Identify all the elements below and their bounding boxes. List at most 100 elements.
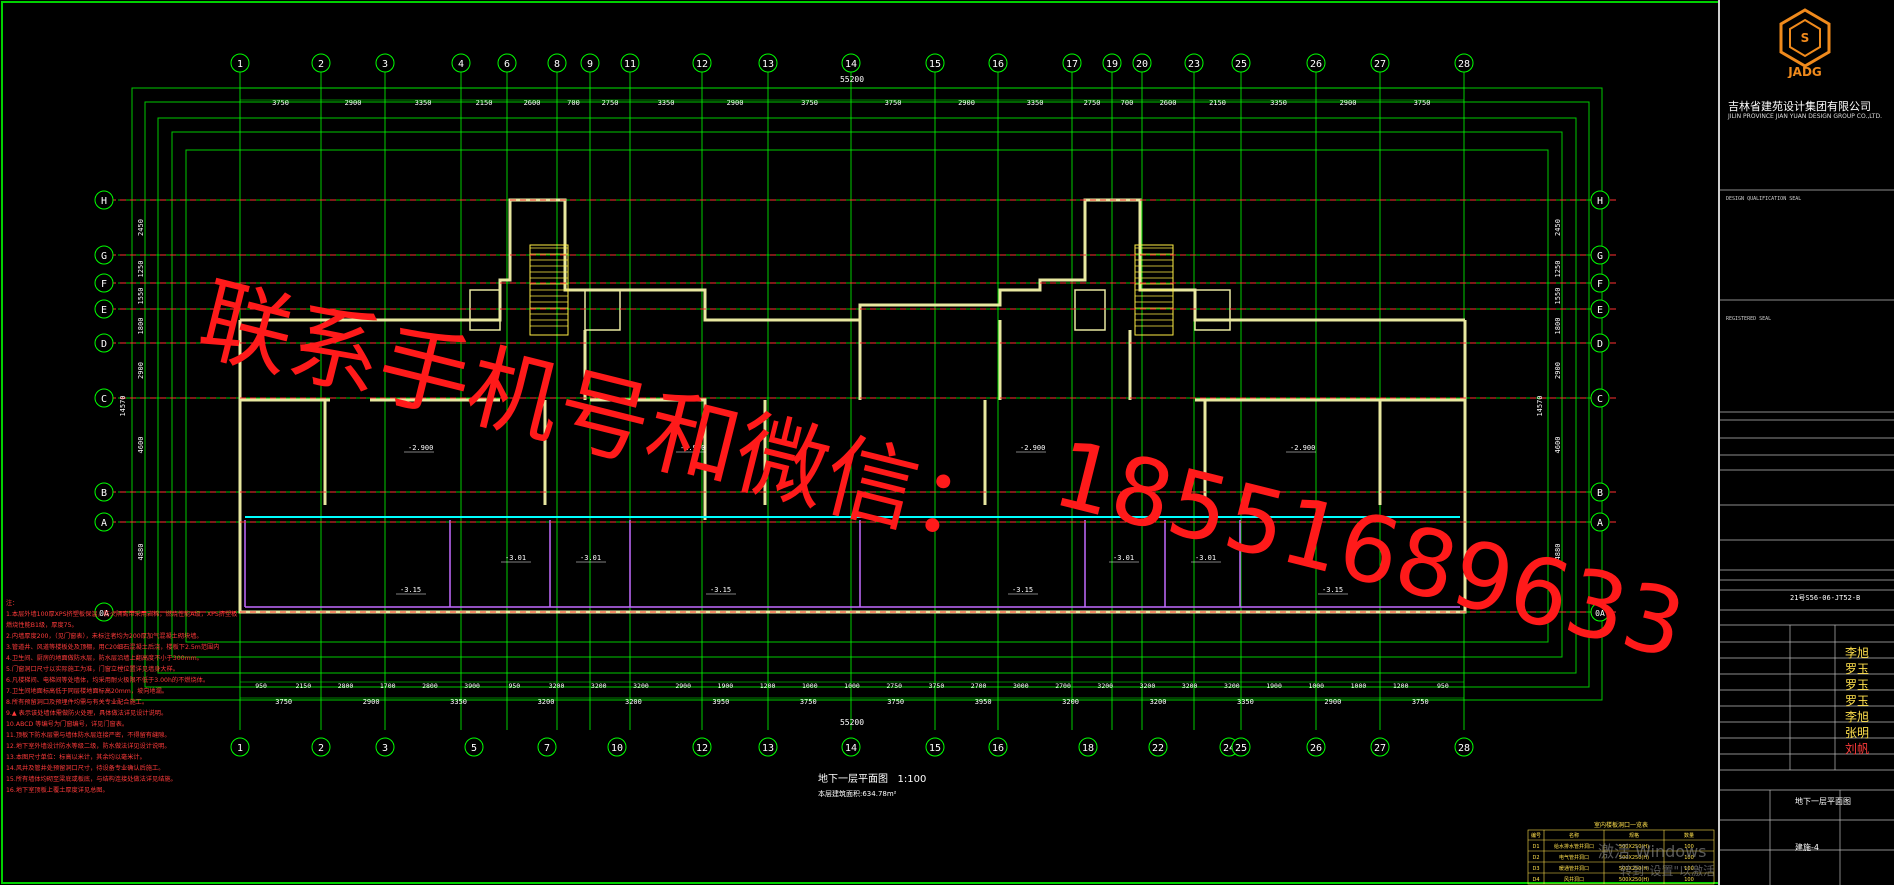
dim-bottom-10: 2900 xyxy=(675,682,691,690)
axis-bubble-28: 28 xyxy=(1454,53,1474,73)
axis-bubble-row-C-left: C xyxy=(94,388,114,408)
axis-bubble-row-D-left: D xyxy=(94,333,114,353)
signature-3: 罗玉 xyxy=(1845,694,1870,708)
dimLeft-5: 4600 xyxy=(137,437,145,454)
svg-text:27: 27 xyxy=(1374,743,1386,754)
note-line: 12.地下室外墙设计防水等级二级，防水做法详见设计说明。 xyxy=(6,743,171,750)
seal-label: DESIGN QUALIFICATION SEAL xyxy=(1726,196,1801,202)
axis-bubble-14: 14 xyxy=(841,53,861,73)
svg-text:25: 25 xyxy=(1235,59,1247,70)
dim-bottom-21: 3200 xyxy=(1140,682,1156,690)
svg-text:4: 4 xyxy=(458,59,464,70)
svg-text:F: F xyxy=(1597,279,1603,290)
axis-bubble-row-A-right: A xyxy=(1590,512,1610,532)
axis-bubble-9: 9 xyxy=(580,53,600,73)
svg-text:B: B xyxy=(101,488,107,499)
dim-bottom-2: 2800 xyxy=(338,682,354,690)
svg-text:15: 15 xyxy=(929,59,941,70)
svg-text:22: 22 xyxy=(1152,743,1164,754)
axis-bubble-bottom-12: 12 xyxy=(692,737,712,757)
project-code: 21号S56-06-JT52-B xyxy=(1790,594,1860,602)
dimLeft-4: 2900 xyxy=(137,362,145,379)
schedule-cell: D1 xyxy=(1532,844,1539,850)
signature-0: 李旭 xyxy=(1845,646,1870,660)
dim-bottom-3: 1700 xyxy=(380,682,396,690)
svg-text:A: A xyxy=(101,518,107,529)
dim-bottom-11: 1900 xyxy=(718,682,734,690)
dimension-frames xyxy=(131,87,1603,701)
axis-bubble-23: 23 xyxy=(1184,53,1204,73)
dim-bottom2-9: 3200 xyxy=(1062,698,1079,706)
svg-text:13: 13 xyxy=(762,59,774,70)
dim-bottom-26: 1000 xyxy=(1351,682,1367,690)
dim-bottom-28: 950 xyxy=(1437,682,1449,690)
svg-text:1: 1 xyxy=(237,59,243,70)
signature-5: 张明 xyxy=(1845,726,1870,740)
drawing-title: 地下一层平面图 1:100 xyxy=(818,770,926,785)
dim-bottom-14: 1000 xyxy=(844,682,860,690)
cad-drawing-canvas[interactable]: 3750 2900 3350 2150 2600 700 2750 3350 2900 3750 3… xyxy=(0,0,1894,885)
svg-text:H: H xyxy=(1597,196,1603,207)
dim-bottom2-12: 2900 xyxy=(1324,698,1341,706)
axis-bubble-bottom-14: 14 xyxy=(841,737,861,757)
dim-bottom-24: 1900 xyxy=(1266,682,1282,690)
note-line: 燃烧性能B1级，厚度75。 xyxy=(6,622,78,629)
dim-bottom2-1: 2900 xyxy=(363,698,380,706)
svg-text:H: H xyxy=(101,196,107,207)
axis-bubble-26: 26 xyxy=(1306,53,1326,73)
dim-bottom-4: 2800 xyxy=(422,682,438,690)
signature-2: 罗玉 xyxy=(1845,678,1870,692)
dim-bottom-20: 3200 xyxy=(1097,682,1113,690)
dimRight-6: 4880 xyxy=(1554,544,1562,561)
svg-text:E: E xyxy=(1597,305,1603,316)
dim-bottom-0: 950 xyxy=(255,682,267,690)
axis-bubble-13: 13 xyxy=(758,53,778,73)
level-mark-5: -3.01 xyxy=(580,554,601,562)
svg-text:20: 20 xyxy=(1136,59,1148,70)
building-walls xyxy=(238,198,1467,614)
dimensions-right: 2450 1250 1550 1800 2900 4600 4880 14570 xyxy=(1536,219,1562,560)
level-mark-2: -2.900 xyxy=(1020,444,1045,452)
svg-text:14: 14 xyxy=(845,743,857,754)
svg-text:A: A xyxy=(1597,518,1603,529)
axis-bubble-row-0A-right: 0A xyxy=(1590,602,1610,622)
note-line: 3.管道井、风道等楼板处及顶棚，用C20细石混凝土后浇，楼板下2.5m范围内 xyxy=(6,644,220,651)
dim-bottom-1: 2150 xyxy=(295,682,311,690)
dim-bottom2-7: 3750 xyxy=(887,698,904,706)
sheet-name: 地下一层平面图 xyxy=(1795,796,1851,806)
svg-text:17: 17 xyxy=(1066,59,1078,70)
dim-bottom2-10: 3200 xyxy=(1150,698,1167,706)
note-line: 10.ABCD 等编号为门窗编号，详见门窗表。 xyxy=(6,721,129,728)
axis-bubble-bottom-15: 15 xyxy=(925,737,945,757)
schedule-header: 名称 xyxy=(1569,832,1579,839)
dim-bottom-5: 3900 xyxy=(464,682,480,690)
axis-bubble-2: 2 xyxy=(311,53,331,73)
dim-bottom-8: 3200 xyxy=(591,682,607,690)
axis-bubble-15: 15 xyxy=(925,53,945,73)
axis-bubble-bottom-22: 22 xyxy=(1148,737,1168,757)
dim-bottom-15: 2750 xyxy=(886,682,902,690)
svg-text:G: G xyxy=(101,251,107,262)
axis-bubble-bottom-27: 27 xyxy=(1370,737,1390,757)
dimLeft-2: 1550 xyxy=(137,288,145,305)
svg-text:E: E xyxy=(101,305,107,316)
dim-bottom2-3: 3200 xyxy=(538,698,555,706)
drawing-title-text: 地下一层平面图 xyxy=(818,774,888,785)
note-line: 6.凡楼梯间、电梯间等处墙体，均采用耐火极限不低于3.00h的不燃烧体。 xyxy=(6,677,210,684)
drawing-scale: 1:100 xyxy=(897,774,927,785)
dim-bottom-6: 950 xyxy=(508,682,520,690)
schedule-cell: 暖通管井洞口 xyxy=(1559,865,1589,872)
svg-text:27: 27 xyxy=(1374,59,1386,70)
axis-bubble-row-B-right: B xyxy=(1590,482,1610,502)
schedule-cell: D3 xyxy=(1532,866,1539,872)
dimLeft-0: 2450 xyxy=(137,219,145,236)
axis-bubbles-top: 1 2 3 4 6 8 9 11 12 13 14 15 16 17 19 20 23 25 26 27 28 xyxy=(230,53,1474,73)
axis-bubble-bottom-13: 13 xyxy=(758,737,778,757)
dimRight-1: 1250 xyxy=(1554,261,1562,278)
svg-text:11: 11 xyxy=(624,59,636,70)
sheet-number: 建施-4 xyxy=(1795,842,1819,852)
cellar-partitions xyxy=(244,520,1460,608)
svg-text:C: C xyxy=(1597,394,1603,405)
dim-bottom-27: 1200 xyxy=(1393,682,1409,690)
dimRight-2: 1550 xyxy=(1554,288,1562,305)
